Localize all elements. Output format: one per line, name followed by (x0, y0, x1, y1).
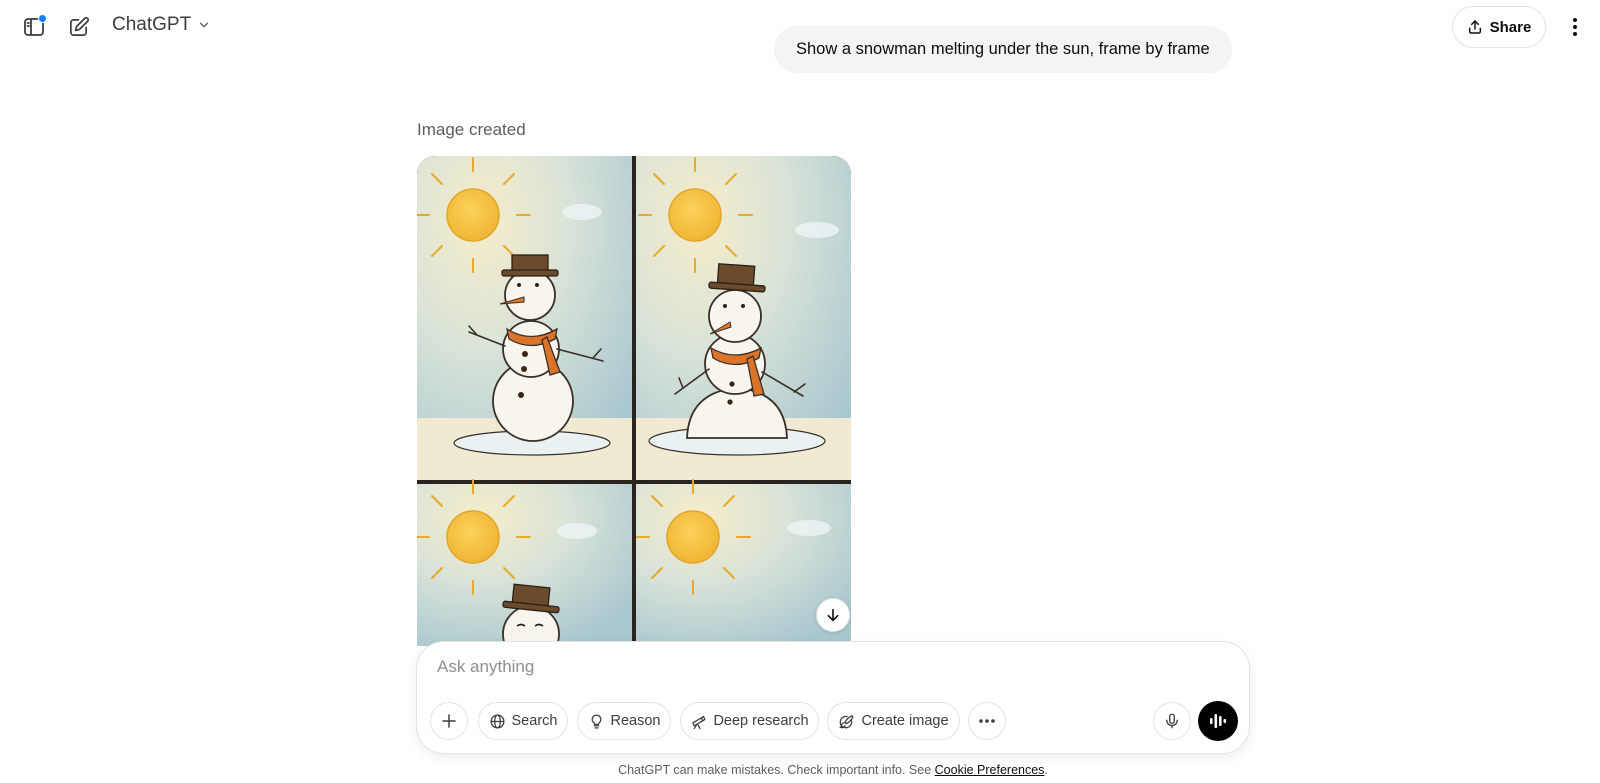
prompt-input[interactable] (437, 652, 1217, 682)
cookie-preferences-link[interactable]: Cookie Preferences (935, 763, 1045, 777)
disclaimer: ChatGPT can make mistakes. Check importa… (0, 763, 1600, 777)
arrow-down-icon (827, 608, 839, 622)
image-brush-icon (839, 714, 854, 728)
composer: Search Reason Deep research Create image (416, 641, 1250, 754)
model-name: ChatGPT (112, 14, 192, 35)
panel-1 (417, 156, 632, 480)
user-message-text: Show a snowman melting under the sun, fr… (796, 40, 1210, 58)
image-status: Image created (417, 120, 526, 139)
reason-button[interactable]: Reason (577, 702, 671, 740)
share-label: Share (1489, 18, 1532, 36)
microphone-icon (1166, 713, 1178, 729)
deep-research-button[interactable]: Deep research (680, 702, 819, 740)
create-image-label: Create image (861, 713, 949, 729)
globe-icon (490, 713, 505, 729)
generated-image[interactable] (417, 156, 851, 646)
dictate-button[interactable] (1153, 702, 1191, 740)
voice-mode-button[interactable] (1198, 701, 1238, 741)
sidebar-toggle-button[interactable] (16, 9, 52, 45)
plus-icon (442, 714, 456, 728)
telescope-icon (692, 715, 706, 729)
model-selector[interactable]: ChatGPT (112, 14, 211, 36)
search-button[interactable]: Search (478, 702, 568, 740)
disclaimer-text: ChatGPT can make mistakes. Check importa… (618, 763, 935, 777)
panel-3 (417, 479, 632, 646)
attach-button[interactable] (430, 702, 468, 740)
lightbulb-icon (591, 713, 601, 729)
reason-label: Reason (610, 713, 661, 729)
compose-icon (69, 16, 89, 36)
snowman-comic-panels (417, 156, 851, 646)
deep-research-label: Deep research (713, 713, 809, 729)
share-button[interactable]: Share (1452, 6, 1546, 48)
disclaimer-end: . (1044, 763, 1048, 777)
user-message: Show a snowman melting under the sun, fr… (774, 26, 1232, 73)
new-chat-button[interactable] (60, 9, 96, 45)
chevron-down-icon (200, 22, 209, 28)
horizontal-dots-icon (979, 719, 995, 723)
voice-waveform-icon (1210, 714, 1227, 728)
panel-2 (636, 156, 851, 480)
share-icon (1468, 20, 1481, 34)
vertical-dots-icon (1573, 18, 1577, 36)
notification-dot (38, 14, 47, 23)
scroll-to-bottom-button[interactable] (816, 598, 850, 632)
search-label: Search (511, 713, 558, 729)
more-tools-button[interactable] (968, 702, 1006, 740)
more-options-button[interactable] (1558, 9, 1592, 45)
create-image-button[interactable]: Create image (827, 702, 960, 740)
